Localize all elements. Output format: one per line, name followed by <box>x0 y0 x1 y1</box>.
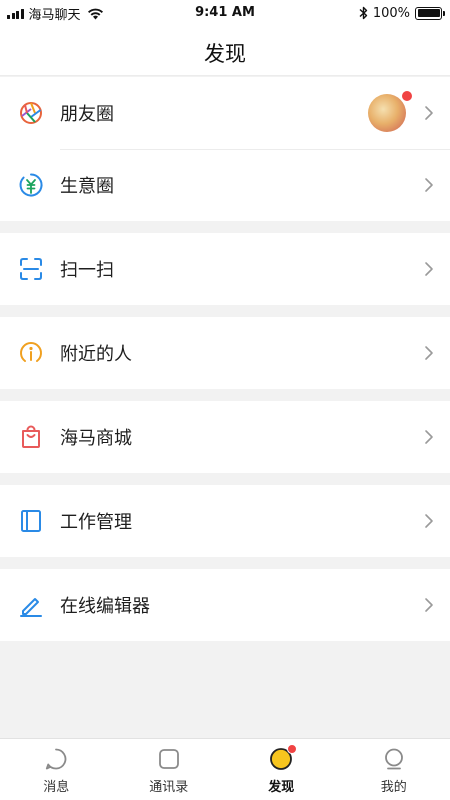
battery-fill <box>417 9 440 17</box>
nearby-icon <box>18 340 44 366</box>
battery-percent: 100% <box>372 5 410 21</box>
status-bar: 海马聊天 9:41 AM 100% <box>0 0 450 28</box>
tab-messages[interactable]: 消息 <box>0 739 113 800</box>
menu-item-business-circle[interactable]: 生意圈 <box>0 149 450 221</box>
menu-group-social: 朋友圈 生意圈 <box>0 77 450 221</box>
menu-item-label: 附近的人 <box>60 344 132 365</box>
profile-icon <box>382 747 406 771</box>
menu-group-nearby: 附近的人 <box>0 317 450 389</box>
moments-thumbnail <box>368 94 406 132</box>
tab-discover[interactable]: 发现 <box>225 739 338 800</box>
business-circle-icon <box>18 172 44 198</box>
menu-item-label: 工作管理 <box>60 512 132 533</box>
status-right: 100% <box>359 4 445 22</box>
discover-badge <box>287 744 298 754</box>
menu-item-label: 海马商城 <box>60 428 132 449</box>
menu-item-label: 朋友圈 <box>60 104 114 125</box>
scan-icon <box>18 256 44 282</box>
tab-label: 消息 <box>43 780 70 795</box>
discover-icon <box>269 744 298 771</box>
nav-bar: 发现 <box>0 28 450 76</box>
tab-label: 我的 <box>380 780 407 795</box>
tab-label: 通讯录 <box>149 780 189 795</box>
menu-item-moments[interactable]: 朋友圈 <box>0 77 450 149</box>
chevron-right-icon <box>424 261 434 277</box>
moments-icon <box>18 100 44 126</box>
menu-group-mall: 海马商城 <box>0 401 450 473</box>
menu-item-nearby[interactable]: 附近的人 <box>0 317 450 389</box>
new-update-badge <box>401 90 413 102</box>
chevron-right-icon <box>424 177 434 193</box>
menu-group-editor: 在线编辑器 <box>0 569 450 641</box>
page-title: 发现 <box>204 42 246 66</box>
chevron-right-icon <box>424 345 434 361</box>
tab-contacts[interactable]: 通讯录 <box>113 739 226 800</box>
discover-menu: 朋友圈 生意圈 扫一扫 附近的人 海马商城 工作管理 在线编辑器 <box>0 77 450 653</box>
menu-item-mall[interactable]: 海马商城 <box>0 401 450 473</box>
work-book-icon <box>18 508 44 534</box>
battery-icon <box>415 6 445 20</box>
chevron-right-icon <box>424 429 434 445</box>
menu-group-work: 工作管理 <box>0 485 450 557</box>
menu-item-label: 在线编辑器 <box>60 596 150 617</box>
chevron-right-icon <box>424 105 434 121</box>
menu-item-label: 扫一扫 <box>60 260 114 281</box>
menu-item-work-management[interactable]: 工作管理 <box>0 485 450 557</box>
tab-profile[interactable]: 我的 <box>338 739 450 800</box>
message-icon <box>44 747 68 771</box>
tab-label: 发现 <box>268 780 295 795</box>
shopping-bag-icon <box>18 424 44 450</box>
menu-group-scan: 扫一扫 <box>0 233 450 305</box>
edit-pen-icon <box>18 592 44 618</box>
menu-item-label: 生意圈 <box>60 176 114 197</box>
menu-item-scan[interactable]: 扫一扫 <box>0 233 450 305</box>
tab-bar: 消息 通讯录 发现 我的 <box>0 738 450 800</box>
chevron-right-icon <box>424 597 434 613</box>
bluetooth-icon <box>359 6 368 20</box>
menu-item-online-editor[interactable]: 在线编辑器 <box>0 569 450 641</box>
contacts-icon <box>157 747 181 771</box>
chevron-right-icon <box>424 513 434 529</box>
